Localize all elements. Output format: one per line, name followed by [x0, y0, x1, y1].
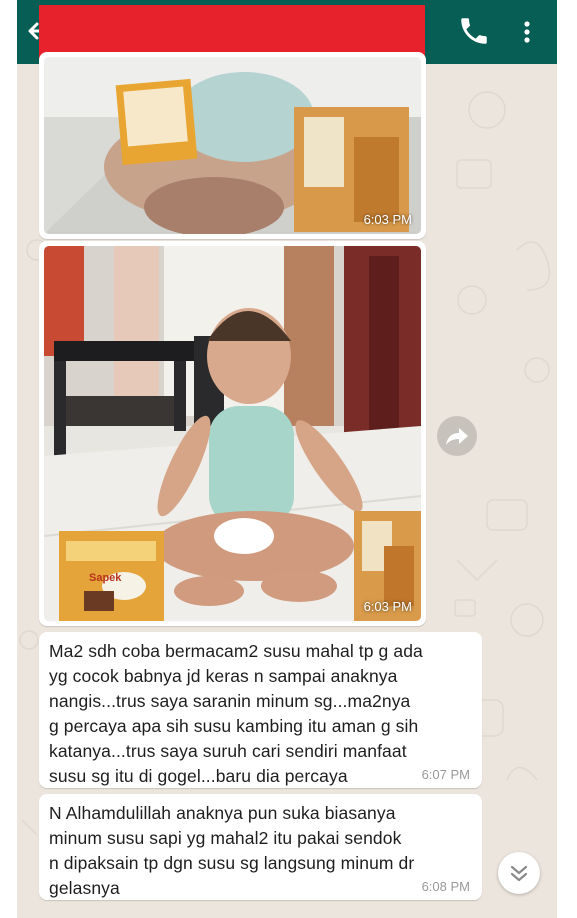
- forward-button[interactable]: [437, 416, 477, 456]
- message-time: 6:08 PM: [421, 879, 470, 894]
- image-message[interactable]: 6:03 PM: [39, 52, 426, 239]
- chevron-double-down-icon: [510, 865, 528, 882]
- message-text: N Alhamdulillah anaknya pun suka biasany…: [49, 803, 415, 898]
- message-time: 6:07 PM: [421, 767, 470, 782]
- text-message[interactable]: N Alhamdulillah anaknya pun suka biasany…: [39, 794, 482, 900]
- phone-icon: [461, 18, 487, 44]
- photo-baby-sitting: Sapek: [44, 246, 421, 621]
- more-vertical-icon: [524, 21, 530, 43]
- photo-baby-with-milk-box: [44, 57, 421, 234]
- message-text: Ma2 sdh coba bermacam2 susu mahal tp g a…: [49, 641, 423, 786]
- message-time: 6:03 PM: [363, 599, 412, 614]
- more-options-button[interactable]: [515, 14, 539, 48]
- text-message[interactable]: Ma2 sdh coba bermacam2 susu mahal tp g a…: [39, 632, 482, 788]
- chat-screen: 6:03 PM Sapek 6:03 PM Ma2 sdh coba berma…: [17, 0, 557, 918]
- svg-text:Sapek: Sapek: [89, 572, 122, 584]
- scroll-to-bottom-button[interactable]: [498, 852, 540, 894]
- forward-share-icon: [446, 428, 468, 445]
- voice-call-button[interactable]: [457, 14, 491, 48]
- image-message[interactable]: Sapek 6:03 PM: [39, 241, 426, 626]
- message-time: 6:03 PM: [363, 212, 412, 227]
